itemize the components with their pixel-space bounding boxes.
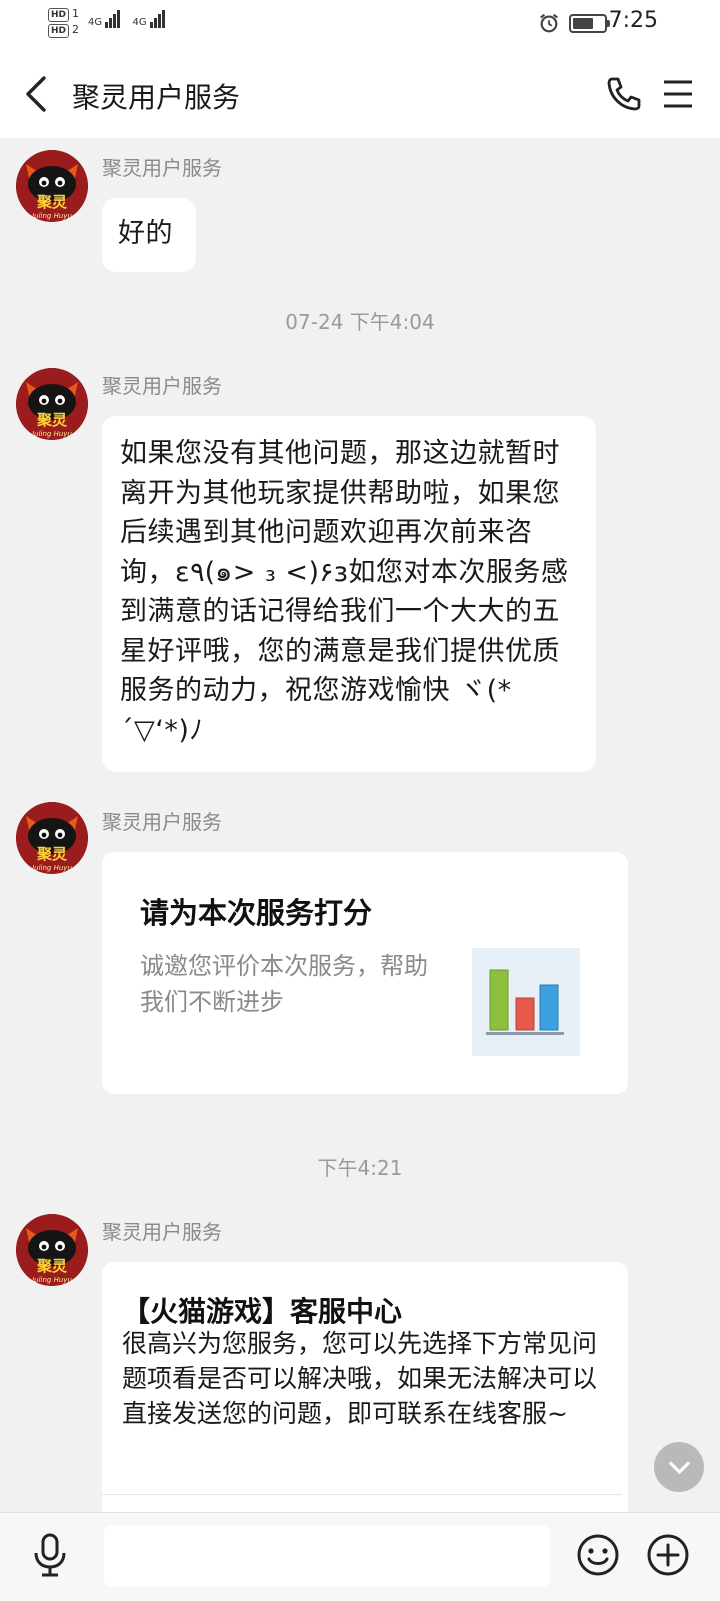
juling-logo-icon: 聚灵 Juling Huyu — [16, 150, 88, 222]
sender-name: 聚灵用户服务 — [102, 810, 222, 834]
scroll-to-bottom-button[interactable] — [654, 1442, 704, 1492]
logo-text: 聚灵 — [36, 193, 68, 211]
alarm-icon — [540, 13, 558, 33]
sim-indicators: HD 1 HD 2 — [48, 6, 79, 38]
add-attachment-icon[interactable] — [646, 1533, 690, 1577]
timestamp: 07-24 下午4:04 — [285, 310, 435, 334]
phone-icon[interactable] — [604, 74, 644, 114]
battery-icon — [569, 14, 610, 33]
juling-logo-icon: 聚灵 Juling Huyu — [16, 368, 88, 440]
card-title: 【火猫游戏】客服中心 — [122, 1295, 403, 1328]
hd-indicator-2: HD 2 — [48, 22, 79, 38]
status-bar: HD 1 HD 2 4G 4G 7:25 — [0, 0, 720, 50]
network-type-1: 4G — [88, 17, 103, 28]
sender-name: 聚灵用户服务 — [102, 1220, 222, 1244]
card-body-text: 很高兴为您服务，您可以先选择下方常见问题项看是否可以解决哦，如果无法解决可以直接… — [122, 1329, 598, 1428]
card-description: 诚邀您评价本次服务，帮助我们不断进步 — [140, 952, 428, 1016]
message-input[interactable] — [104, 1525, 550, 1587]
signal-indicators: 4G 4G — [88, 10, 174, 28]
back-arrow-icon[interactable] — [18, 72, 58, 116]
timestamp: 下午4:21 — [317, 1156, 403, 1180]
logo-subtext: Juling Huyu — [30, 864, 72, 872]
juling-logo-icon: 聚灵 Juling Huyu — [16, 802, 88, 874]
card-title: 请为本次服务打分 — [140, 896, 373, 930]
logo-subtext: Juling Huyu — [30, 430, 72, 438]
rating-card[interactable]: 请为本次服务打分 诚邀您评价本次服务，帮助我们不断进步 — [102, 852, 628, 1094]
microphone-icon[interactable] — [28, 1531, 72, 1579]
bar-chart-icon — [486, 969, 564, 1035]
avatar[interactable]: 聚灵 Juling Huyu — [16, 150, 88, 222]
page-title: 聚灵用户服务 — [72, 81, 241, 114]
network-type-2: 4G — [132, 17, 147, 28]
sender-name: 聚灵用户服务 — [102, 156, 222, 180]
logo-subtext: Juling Huyu — [30, 212, 72, 220]
emoji-icon[interactable] — [576, 1533, 620, 1577]
signal-bars-icon — [149, 10, 166, 28]
avatar[interactable]: 聚灵 Juling Huyu — [16, 368, 88, 440]
message-text: 好的 — [118, 218, 173, 249]
service-center-card[interactable]: 【火猫游戏】客服中心 很高兴为您服务，您可以先选择下方常见问题项看是否可以解决哦… — [102, 1262, 628, 1512]
input-bar — [0, 1512, 720, 1601]
logo-text: 聚灵 — [36, 845, 68, 863]
sender-name: 聚灵用户服务 — [102, 374, 222, 398]
avatar[interactable]: 聚灵 Juling Huyu — [16, 1214, 88, 1286]
juling-logo-icon: 聚灵 Juling Huyu — [16, 1214, 88, 1286]
message-bubble[interactable]: 如果您没有其他问题，那这边就暂时离开为其他玩家提供帮助啦，如果您后续遇到其他问题… — [102, 416, 596, 772]
menu-icon[interactable] — [662, 76, 694, 112]
logo-text: 聚灵 — [36, 1257, 68, 1275]
logo-subtext: Juling Huyu — [30, 1276, 72, 1284]
chart-thumbnail — [472, 948, 580, 1056]
clock: 7:25 — [608, 8, 658, 33]
avatar[interactable]: 聚灵 Juling Huyu — [16, 802, 88, 874]
message-bubble[interactable]: 好的 — [102, 198, 196, 272]
logo-text: 聚灵 — [36, 411, 68, 429]
hd-indicator-1: HD 1 — [48, 6, 79, 22]
message-text: 如果您没有其他问题，那这边就暂时离开为其他玩家提供帮助啦，如果您后续遇到其他问题… — [120, 438, 569, 746]
divider — [102, 1494, 622, 1495]
signal-bars-icon — [105, 10, 121, 28]
chat-header: 聚灵用户服务 — [0, 50, 720, 138]
